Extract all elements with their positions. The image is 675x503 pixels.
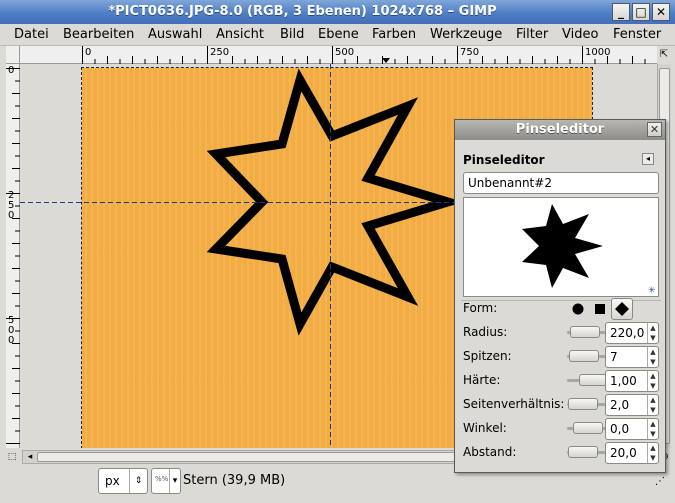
ruler-label-250: 250 [210, 47, 230, 58]
spikes-label: Spitzen: [463, 349, 512, 363]
spacing-spin-arrows-icon[interactable]: ▲ ▼ [647, 443, 658, 463]
spacing-spinbutton[interactable]: 20,0 ▲ ▼ [605, 442, 659, 464]
zoom-value: %% [155, 475, 169, 483]
unit-selector[interactable]: px ⇕ [98, 468, 148, 494]
resize-grip-icon[interactable]: ⋰ [655, 476, 669, 496]
form-row: Form: [463, 298, 663, 320]
angle-spin-arrows-icon[interactable]: ▲ ▼ [647, 419, 658, 439]
spikes-row: Spitzen: 7 ▲ ▼ [463, 346, 663, 368]
dialog-header: Pinseleditor [463, 153, 545, 167]
vertical-ruler[interactable]: 0 2 5 0 5 0 0 [6, 64, 20, 448]
menu-bearbeiten[interactable]: Bearbeiten [63, 27, 134, 42]
dialog-title-bar[interactable]: Pinseleditor [455, 120, 665, 140]
angle-label: Winkel: [463, 421, 507, 435]
aspect-ratio-spinbutton[interactable]: 2,0 ▲ ▼ [605, 394, 659, 416]
status-message: Stern (39,9 MB) [183, 473, 286, 488]
radius-value: 220,0 [610, 326, 645, 340]
unit-value: px [105, 474, 120, 488]
shape-diamond-button[interactable] [611, 298, 633, 320]
radius-spin-arrows-icon[interactable]: ▲ ▼ [647, 323, 658, 343]
spikes-spin-arrows-icon[interactable]: ▲ ▼ [647, 347, 658, 367]
angle-value: 0,0 [610, 422, 630, 436]
radius-label: Radius: [463, 325, 508, 339]
spikes-slider[interactable] [567, 350, 609, 362]
spacing-slider[interactable] [567, 446, 609, 458]
aspect-ratio-label: Seitenverhältnis: [463, 397, 565, 411]
shape-circle-button[interactable] [567, 298, 589, 320]
unit-spinner-icon[interactable]: ⇕ [129, 469, 147, 493]
aspect-ratio-spin-arrows-icon[interactable]: ▲ ▼ [647, 395, 658, 415]
hardness-spinbutton[interactable]: 1,00 ▲ ▼ [605, 370, 659, 392]
zoom-dropdown-icon[interactable]: ▾ [169, 469, 180, 493]
dialog-close-button[interactable]: ✕ [647, 122, 662, 137]
ruler-label-1000: 1000 [585, 47, 611, 58]
vruler-label-500-c: 0 [8, 335, 15, 346]
form-label: Form: [463, 301, 498, 315]
spikes-value: 7 [610, 350, 618, 364]
radius-spinbutton[interactable]: 220,0 ▲ ▼ [605, 322, 659, 344]
angle-spinbutton[interactable]: 0,0 ▲ ▼ [605, 418, 659, 440]
angle-slider[interactable] [567, 422, 609, 434]
menu-bild[interactable]: Bild [280, 27, 304, 42]
maximize-button[interactable]: □ [632, 3, 650, 21]
menu-bar: Datei Bearbeiten Auswahl Ansicht Bild Eb… [0, 24, 675, 46]
aspect-ratio-slider-handle[interactable] [568, 398, 598, 410]
horizontal-ruler[interactable]: 0 250 500 750 1000 [20, 46, 657, 64]
gimp-window: *PICT0636.JPG-8.0 (RGB, 3 Ebenen) 1024x7… [0, 0, 675, 503]
hardness-slider[interactable] [567, 374, 609, 386]
menu-auswahl[interactable]: Auswahl [148, 27, 202, 42]
svg-text:✳: ✳ [648, 286, 656, 296]
aspect-ratio-slider[interactable] [567, 398, 609, 410]
angle-row: Winkel: 0,0 ▲ ▼ [463, 418, 663, 440]
quick-mask-icon[interactable]: ⬚ [6, 451, 18, 463]
hardness-spin-arrows-icon[interactable]: ▲ ▼ [647, 371, 658, 391]
minimize-button[interactable]: _ [612, 3, 630, 21]
spacing-label: Abstand: [463, 445, 517, 459]
angle-slider-handle[interactable] [573, 422, 603, 434]
spacing-slider-handle[interactable] [568, 446, 598, 458]
radius-slider[interactable] [567, 326, 609, 338]
close-button[interactable]: ✕ [652, 3, 670, 21]
menu-ebene[interactable]: Ebene [318, 27, 359, 42]
tab-menu-icon[interactable]: ◂ [642, 153, 654, 165]
aspect-ratio-value: 2,0 [610, 398, 630, 412]
vruler-label-250-c: 0 [8, 210, 15, 221]
hardness-label: Härte: [463, 373, 501, 387]
ruler-label-750: 750 [460, 47, 480, 58]
window-title: *PICT0636.JPG-8.0 (RGB, 3 Ebenen) 1024x7… [108, 4, 497, 19]
menu-datei[interactable]: Datei [14, 27, 49, 42]
shape-square-button[interactable] [589, 298, 611, 320]
navigate-button[interactable]: ⇱ [657, 46, 671, 64]
spacing-row: Abstand: 20,0 ▲ ▼ [463, 442, 663, 464]
dialog-title: Pinseleditor [515, 122, 605, 137]
radius-row: Radius: 220,0 ▲ ▼ [463, 322, 663, 344]
scroll-left-icon[interactable]: ◂ [24, 451, 36, 463]
spacing-value: 20,0 [610, 446, 637, 460]
zoom-selector[interactable]: %% ▾ [151, 468, 181, 494]
brush-name-field[interactable]: Unbenannt#2 [463, 172, 659, 194]
radius-slider-handle[interactable] [570, 326, 600, 338]
spikes-slider-handle[interactable] [569, 350, 599, 362]
menu-ansicht[interactable]: Ansicht [216, 27, 264, 42]
menu-video[interactable]: Video [562, 27, 598, 42]
ruler-label-0: 0 [85, 47, 92, 58]
brush-preview-star [522, 204, 603, 288]
hardness-row: Härte: 1,00 ▲ ▼ [463, 370, 663, 392]
ruler-corner[interactable] [6, 46, 20, 64]
title-bar[interactable]: *PICT0636.JPG-8.0 (RGB, 3 Ebenen) 1024x7… [0, 0, 675, 24]
hardness-value: 1,00 [610, 374, 637, 388]
menu-farben[interactable]: Farben [372, 27, 416, 42]
vruler-label-0: 0 [8, 65, 15, 76]
aspect-ratio-row: Seitenverhältnis: 2,0 ▲ ▼ [463, 394, 663, 416]
ruler-label-500: 500 [335, 47, 355, 58]
menu-werkzeuge[interactable]: Werkzeuge [430, 27, 502, 42]
menu-filter[interactable]: Filter [516, 27, 548, 42]
brush-preview: ✳ [463, 197, 659, 297]
brush-editor-dialog: Pinseleditor ✕ Pinseleditor ◂ Unbenannt#… [454, 119, 666, 473]
menu-fenster[interactable]: Fenster [613, 27, 661, 42]
spikes-spinbutton[interactable]: 7 ▲ ▼ [605, 346, 659, 368]
